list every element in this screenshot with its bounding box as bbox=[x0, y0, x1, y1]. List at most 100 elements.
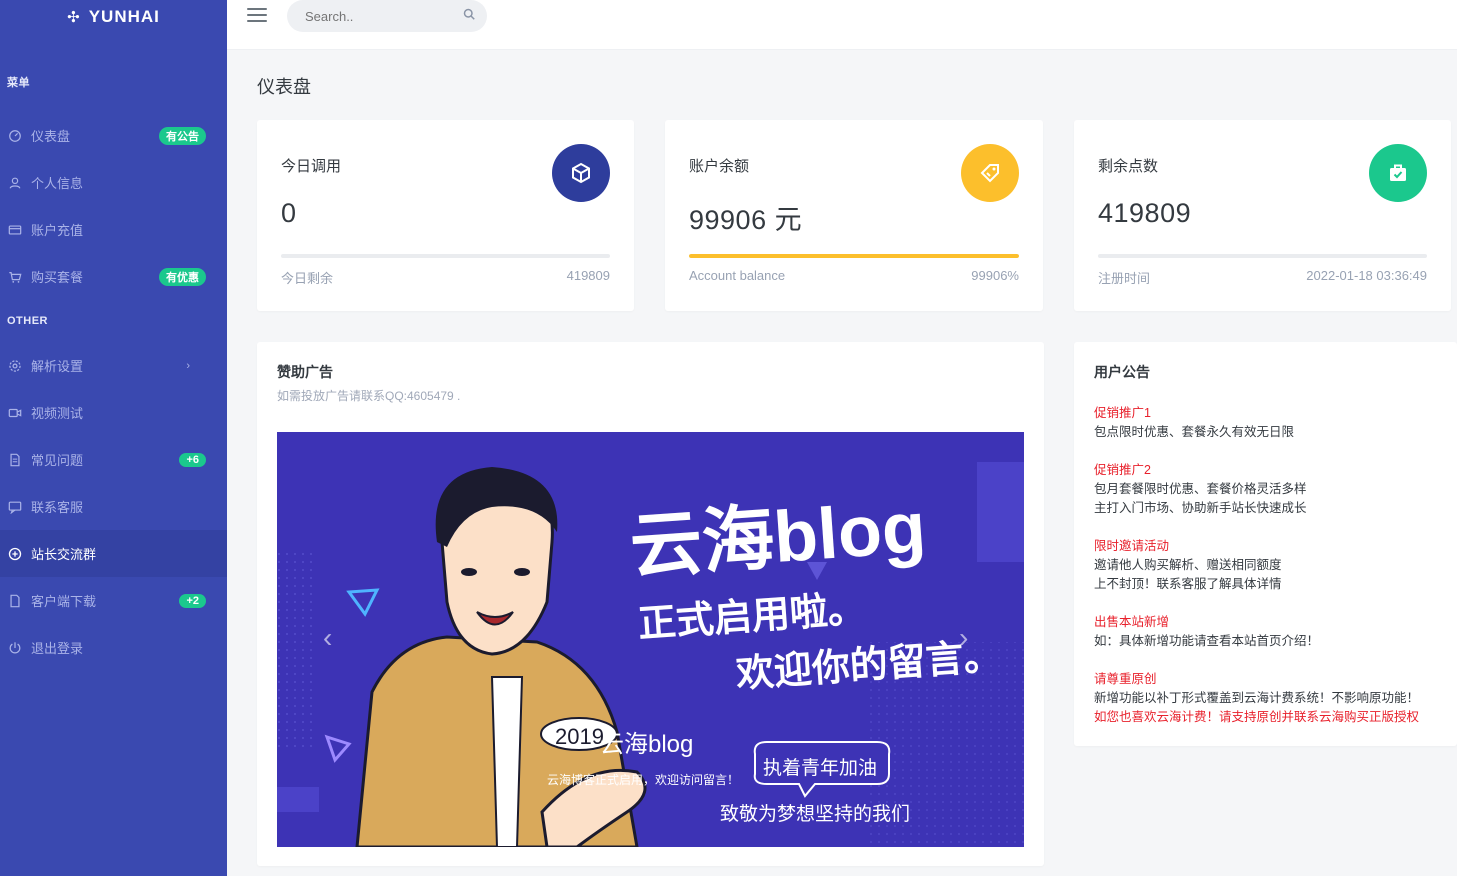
cube-icon bbox=[552, 144, 610, 202]
sidebar-item-profile[interactable]: 个人信息 bbox=[0, 159, 227, 206]
sidebar-item-logout[interactable]: 退出登录 bbox=[0, 624, 227, 671]
sidebar-item-parse-settings[interactable]: 解析设置 › bbox=[0, 342, 227, 389]
stat-value: 0 bbox=[281, 198, 297, 228]
user-icon bbox=[7, 175, 23, 191]
sidebar-item-label: 客户端下载 bbox=[31, 594, 97, 609]
sidebar-item-recharge[interactable]: 账户充值 bbox=[0, 206, 227, 253]
menu-section-title: OTHER bbox=[7, 315, 48, 327]
stat-foot-label: 注册时间 bbox=[1098, 271, 1151, 286]
sidebar-item-webmaster-group[interactable]: 站长交流群 bbox=[0, 530, 227, 577]
search-input[interactable] bbox=[305, 8, 455, 24]
notice-line: 邀请他人购买解析、赠送相同额度 bbox=[1094, 558, 1282, 572]
notice-item: 出售本站新增 如：具体新增功能请查看本站首页介绍！ bbox=[1094, 613, 1447, 651]
ad-card: 赞助广告 如需投放广告请联系QQ:4605479 . 云海blog 正式启用啦。… bbox=[257, 342, 1044, 866]
sidebar-item-faq[interactable]: 常见问题 +6 bbox=[0, 436, 227, 483]
sidebar-item-video-test[interactable]: 视频测试 bbox=[0, 389, 227, 436]
brand[interactable]: ✣ YUNHAI bbox=[0, 0, 227, 34]
notice-line: 新增功能以补丁形式覆盖到云海计费系统！不影响原功能！ bbox=[1094, 691, 1420, 705]
stat-foot-value: 2022-01-18 03:36:49 bbox=[1306, 268, 1427, 283]
search-icon[interactable] bbox=[463, 7, 475, 25]
credit-card-icon bbox=[7, 222, 23, 238]
stat-label: 账户余额 bbox=[689, 158, 750, 175]
carousel-next-icon[interactable]: › bbox=[959, 624, 968, 652]
notice-item: 请尊重原创 新增功能以补丁形式覆盖到云海计费系统！不影响原功能！ 如您也喜欢云海… bbox=[1094, 670, 1447, 727]
tag-icon bbox=[961, 144, 1019, 202]
banner-year: 2019 bbox=[555, 724, 604, 749]
page-title: 仪表盘 bbox=[257, 77, 311, 97]
stat-label: 今日调用 bbox=[281, 158, 342, 175]
sidebar-item-label: 解析设置 bbox=[31, 359, 84, 374]
dashboard-icon bbox=[7, 128, 23, 144]
notice-head: 出售本站新增 bbox=[1094, 615, 1170, 629]
stat-card-balance: 账户余额 99906 元 Account balance 99906% bbox=[665, 120, 1043, 311]
notice-head: 促销推广2 bbox=[1094, 463, 1151, 477]
chevron-right-icon: › bbox=[186, 359, 190, 372]
settings-icon bbox=[7, 358, 23, 374]
notice-item: 促销推广2 包月套餐限时优惠、套餐价格灵活多样 主打入门市场、协助新手站长快速成… bbox=[1094, 461, 1447, 518]
notice-line: 包月套餐限时优惠、套餐价格灵活多样 bbox=[1094, 482, 1307, 496]
topbar bbox=[227, 0, 1457, 50]
sidebar-item-label: 仪表盘 bbox=[31, 129, 71, 144]
carousel-prev-icon[interactable]: ‹ bbox=[323, 624, 332, 652]
notice-item: 限时邀请活动 邀请他人购买解析、赠送相同额度 上不封顶！联系客服了解具体详情 bbox=[1094, 537, 1447, 594]
download-badge: +2 bbox=[179, 593, 206, 608]
sidebar-item-label: 购买套餐 bbox=[31, 270, 84, 285]
search-box bbox=[287, 0, 487, 32]
sidebar-item-label: 站长交流群 bbox=[31, 547, 97, 562]
stat-card-points: 剩余点数 419809 注册时间 2022-01-18 03:36:49 bbox=[1074, 120, 1451, 311]
notice-head: 促销推广1 bbox=[1094, 406, 1151, 420]
notice-line: 如您也喜欢云海计费！请支持原创并联系云海购买正版授权 bbox=[1094, 710, 1420, 724]
sidebar-item-buy-package[interactable]: 购买套餐 有优惠 bbox=[0, 253, 227, 300]
notice-title: 用户公告 bbox=[1094, 364, 1150, 380]
progress-bar bbox=[1098, 254, 1427, 258]
sidebar-item-label: 个人信息 bbox=[31, 176, 84, 191]
notice-card: 用户公告 促销推广1 包点限时优惠、套餐永久有效无日限 促销推广2 包月套餐限时… bbox=[1074, 342, 1457, 746]
brand-name: YUNHAI bbox=[88, 7, 160, 26]
notice-head: 请尊重原创 bbox=[1094, 672, 1157, 686]
banner-bubble: 执着青年加油 bbox=[763, 757, 877, 779]
notice-line: 包点限时优惠、套餐永久有效无日限 bbox=[1094, 425, 1295, 439]
progress-bar bbox=[689, 254, 1019, 258]
sidebar-item-label: 视频测试 bbox=[31, 406, 84, 421]
menu-section-title: 菜单 bbox=[7, 77, 30, 89]
sidebar-item-dashboard[interactable]: 仪表盘 有公告 bbox=[0, 112, 227, 159]
stat-foot-label: 今日剩余 bbox=[281, 271, 334, 286]
notice-list: 促销推广1 包点限时优惠、套餐永久有效无日限 促销推广2 包月套餐限时优惠、套餐… bbox=[1094, 404, 1447, 746]
sidebar: ✣ YUNHAI 菜单 仪表盘 有公告 个人信息 账户充值 购买套餐 有优惠 O… bbox=[0, 0, 227, 876]
ad-banner-carousel[interactable]: 云海blog 正式启用啦。 欢迎你的留言。 2019 云海blog 云海博客正式… bbox=[277, 432, 1024, 847]
brand-logo-icon: ✣ bbox=[67, 9, 81, 26]
chat-icon bbox=[7, 499, 23, 515]
sidebar-item-contact-support[interactable]: 联系客服 bbox=[0, 483, 227, 530]
sidebar-item-label: 退出登录 bbox=[31, 641, 84, 656]
menu-toggle-icon[interactable] bbox=[247, 8, 267, 22]
notice-line: 主打入门市场、协助新手站长快速成长 bbox=[1094, 501, 1307, 515]
discount-badge: 有优惠 bbox=[159, 267, 206, 286]
notice-item: 促销推广1 包点限时优惠、套餐永久有效无日限 bbox=[1094, 404, 1447, 442]
stat-value: 99906 元 bbox=[689, 205, 803, 235]
progress-bar bbox=[281, 254, 610, 258]
stat-foot-label: Account balance bbox=[689, 268, 786, 283]
sidebar-item-client-download[interactable]: 客户端下载 +2 bbox=[0, 577, 227, 624]
sidebar-item-label: 账户充值 bbox=[31, 223, 84, 238]
banner-caption: 云海博客正式启用，欢迎访问留言！ bbox=[547, 772, 739, 787]
banner-slogan: 致敬为梦想坚持的我们 bbox=[720, 803, 910, 825]
progress-fill bbox=[689, 254, 1019, 258]
document-icon bbox=[7, 452, 23, 468]
stat-card-today-calls: 今日调用 0 今日剩余 419809 bbox=[257, 120, 634, 311]
notice-line: 上不封顶！联系客服了解具体详情 bbox=[1094, 577, 1282, 591]
stat-value: 419809 bbox=[1098, 198, 1192, 228]
ad-banner-image: 云海blog 正式启用啦。 欢迎你的留言。 2019 云海blog 云海博客正式… bbox=[277, 432, 1024, 847]
sidebar-item-label: 联系客服 bbox=[31, 500, 84, 515]
faq-badge: +6 bbox=[179, 452, 206, 467]
power-icon bbox=[7, 640, 23, 656]
stat-foot-value: 99906% bbox=[971, 268, 1019, 283]
ad-title: 赞助广告 bbox=[277, 364, 333, 380]
plus-circle-icon bbox=[7, 546, 23, 562]
stat-label: 剩余点数 bbox=[1098, 158, 1159, 175]
banner-brand: 云海blog bbox=[600, 731, 693, 758]
notice-head: 限时邀请活动 bbox=[1094, 539, 1170, 553]
sidebar-item-label: 常见问题 bbox=[31, 453, 84, 468]
notice-line: 如：具体新增功能请查看本站首页介绍！ bbox=[1094, 634, 1320, 648]
cart-icon bbox=[7, 269, 23, 285]
briefcase-check-icon bbox=[1369, 144, 1427, 202]
